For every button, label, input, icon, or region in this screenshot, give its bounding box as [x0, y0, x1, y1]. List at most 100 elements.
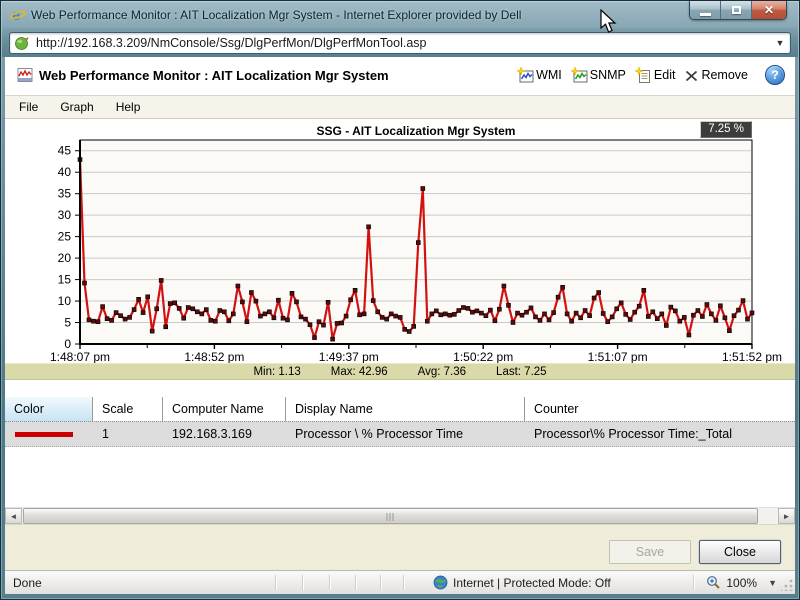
page-content: Web Performance Monitor : AIT Localizati… — [5, 57, 795, 570]
status-separator — [275, 575, 276, 590]
zoom-dropdown-icon: ▼ — [768, 578, 777, 588]
column-header-display-name[interactable]: Display Name — [286, 397, 525, 421]
wmi-icon — [517, 67, 534, 84]
page-globe-icon — [14, 35, 30, 51]
status-separator — [302, 575, 303, 590]
cell-computer-name: 192.168.3.169 — [163, 422, 286, 446]
series-color-swatch — [15, 432, 73, 437]
svg-text:20: 20 — [58, 251, 72, 265]
svg-text:1:51:52 pm: 1:51:52 pm — [722, 350, 782, 363]
close-icon: ✕ — [764, 4, 774, 16]
address-input[interactable] — [36, 36, 770, 50]
scrollbar-grip-icon — [386, 513, 395, 521]
browser-window: e Web Performance Monitor : AIT Localiza… — [0, 0, 800, 600]
ie-logo-icon: e — [10, 7, 26, 23]
minimize-icon — [700, 13, 711, 16]
scroll-left-button[interactable]: ◄ — [5, 508, 22, 524]
column-header-color[interactable]: Color — [5, 397, 93, 421]
zoom-level: 100% — [726, 576, 757, 590]
svg-text:0: 0 — [64, 337, 71, 351]
column-header-scale[interactable]: Scale — [93, 397, 163, 421]
horizontal-scrollbar: ◄ ► — [5, 507, 795, 524]
cell-color — [5, 422, 93, 446]
counters-table: Color Scale Computer Name Display Name C… — [5, 397, 795, 447]
menu-item-help[interactable]: Help — [108, 97, 149, 117]
address-bar: ▼ — [2, 28, 798, 57]
menu-item-file[interactable]: File — [11, 97, 46, 117]
internet-globe-icon — [433, 575, 448, 590]
cell-display-name: Processor \ % Processor Time — [286, 422, 525, 446]
help-button[interactable]: ? — [765, 65, 785, 85]
wmi-button[interactable]: WMI — [517, 67, 562, 84]
chart-plot-svg: 0 5 10 15 20 25 30 35 40 45 1:48:07 pm 1:48:52 pm 1:… — [5, 119, 795, 363]
cell-counter: Processor\% Processor Time:_Total — [525, 422, 795, 446]
save-button[interactable]: Save — [609, 540, 691, 564]
stat-max: Max: 42.96 — [331, 366, 388, 378]
maximize-button[interactable] — [721, 1, 752, 19]
zoom-magnifier-icon — [706, 575, 721, 590]
scroll-right-button[interactable]: ► — [778, 508, 795, 524]
svg-text:1:48:52 pm: 1:48:52 pm — [184, 350, 244, 363]
menu-item-graph[interactable]: Graph — [52, 97, 101, 117]
snmp-label: SNMP — [590, 68, 626, 82]
stat-min: Min: 1.13 — [253, 366, 300, 378]
stats-bar: Min: 1.13 Max: 42.96 Avg: 7.36 Last: 7.2… — [5, 363, 795, 380]
svg-text:1:50:22 pm: 1:50:22 pm — [453, 350, 513, 363]
status-text: Done — [13, 576, 42, 590]
app-header: Web Performance Monitor : AIT Localizati… — [5, 57, 795, 95]
resize-grip[interactable] — [781, 579, 793, 591]
address-dropdown-button[interactable]: ▼ — [770, 38, 790, 48]
column-header-counter[interactable]: Counter — [525, 397, 795, 421]
page-title: Web Performance Monitor : AIT Localizati… — [39, 68, 389, 83]
status-separator — [329, 575, 330, 590]
scrollbar-thumb[interactable] — [23, 508, 758, 524]
snmp-icon — [571, 67, 588, 84]
window-controls: ✕ — [689, 1, 787, 20]
dialog-footer: Save Close — [5, 524, 795, 570]
header-actions: WMI SNMP — [517, 65, 785, 85]
svg-text:25: 25 — [58, 230, 72, 244]
close-window-button[interactable]: ✕ — [752, 1, 786, 19]
svg-text:e: e — [12, 7, 20, 23]
svg-text:30: 30 — [58, 208, 72, 222]
edit-label: Edit — [654, 68, 676, 82]
chart-area: SSG - AIT Localization Mgr System 7.25 %… — [5, 119, 795, 363]
svg-text:15: 15 — [58, 273, 72, 287]
svg-text:1:48:07 pm: 1:48:07 pm — [50, 350, 110, 363]
svg-text:45: 45 — [58, 144, 72, 158]
remove-x-icon — [684, 68, 699, 83]
wmi-label: WMI — [536, 68, 562, 82]
performance-chart-icon — [17, 67, 33, 83]
table-header-row: Color Scale Computer Name Display Name C… — [5, 397, 795, 421]
svg-text:10: 10 — [58, 294, 72, 308]
scrollbar-track[interactable] — [22, 508, 778, 524]
menu-bar: File Graph Help — [5, 95, 795, 119]
status-separator — [355, 575, 356, 590]
cell-scale: 1 — [93, 422, 163, 446]
remove-label: Remove — [701, 68, 748, 82]
svg-text:1:49:37 pm: 1:49:37 pm — [319, 350, 379, 363]
svg-text:35: 35 — [58, 187, 72, 201]
svg-text:1:51:07 pm: 1:51:07 pm — [588, 350, 648, 363]
column-header-computer-name[interactable]: Computer Name — [163, 397, 286, 421]
security-zone-text: Internet | Protected Mode: Off — [453, 576, 611, 590]
snmp-button[interactable]: SNMP — [571, 67, 626, 84]
remove-button[interactable]: Remove — [684, 68, 748, 83]
stat-last: Last: 7.25 — [496, 366, 547, 378]
stat-avg: Avg: 7.36 — [418, 366, 466, 378]
maximize-icon — [732, 6, 741, 14]
edit-button[interactable]: Edit — [635, 67, 676, 84]
close-button[interactable]: Close — [699, 540, 781, 564]
minimize-button[interactable] — [690, 1, 721, 19]
svg-text:40: 40 — [58, 165, 72, 179]
table-row[interactable]: 1 192.168.3.169 Processor \ % Processor … — [5, 421, 795, 447]
window-title: Web Performance Monitor : AIT Localizati… — [31, 8, 521, 22]
status-separator — [403, 575, 404, 590]
edit-icon — [635, 67, 652, 84]
help-icon: ? — [771, 68, 778, 82]
status-bar: Done Internet | Protected Mode: Off 100%… — [5, 570, 795, 594]
svg-text:5: 5 — [64, 316, 71, 330]
title-bar: e Web Performance Monitor : AIT Localiza… — [1, 1, 799, 28]
address-box: ▼ — [9, 32, 791, 54]
zoom-control[interactable]: 100% ▼ — [706, 575, 777, 590]
